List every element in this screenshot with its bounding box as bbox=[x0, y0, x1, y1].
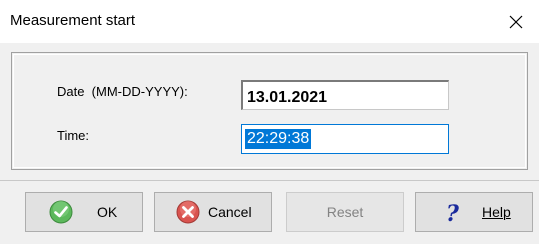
cancel-circle-icon bbox=[176, 200, 200, 227]
time-input-selected-text[interactable]: 22:29:38 bbox=[245, 129, 312, 149]
svg-text:?: ? bbox=[446, 201, 460, 224]
help-button-label: Help bbox=[482, 204, 511, 220]
cancel-button[interactable]: Cancel bbox=[154, 192, 272, 232]
measurement-start-dialog: Measurement start Date (MM-DD-YYYY): Tim… bbox=[0, 0, 539, 244]
title-bar: Measurement start bbox=[0, 0, 539, 43]
close-icon bbox=[509, 15, 523, 29]
time-field[interactable]: 22:29:38 bbox=[241, 124, 449, 154]
question-mark-icon: ? bbox=[443, 200, 463, 227]
date-field[interactable] bbox=[241, 80, 449, 110]
ok-button-label: OK bbox=[97, 204, 118, 220]
divider bbox=[0, 180, 539, 181]
time-label: Time: bbox=[57, 128, 90, 143]
ok-button[interactable]: OK bbox=[25, 192, 143, 232]
help-button[interactable]: ? Help bbox=[415, 192, 533, 232]
close-button[interactable] bbox=[493, 0, 539, 43]
cancel-button-label: Cancel bbox=[208, 204, 252, 220]
reset-button[interactable]: Reset bbox=[286, 192, 404, 232]
window-title: Measurement start bbox=[10, 12, 136, 29]
date-label: Date (MM-DD-YYYY): bbox=[57, 84, 188, 99]
check-circle-icon bbox=[49, 200, 73, 227]
date-input[interactable] bbox=[243, 82, 448, 109]
reset-button-label: Reset bbox=[326, 204, 364, 220]
